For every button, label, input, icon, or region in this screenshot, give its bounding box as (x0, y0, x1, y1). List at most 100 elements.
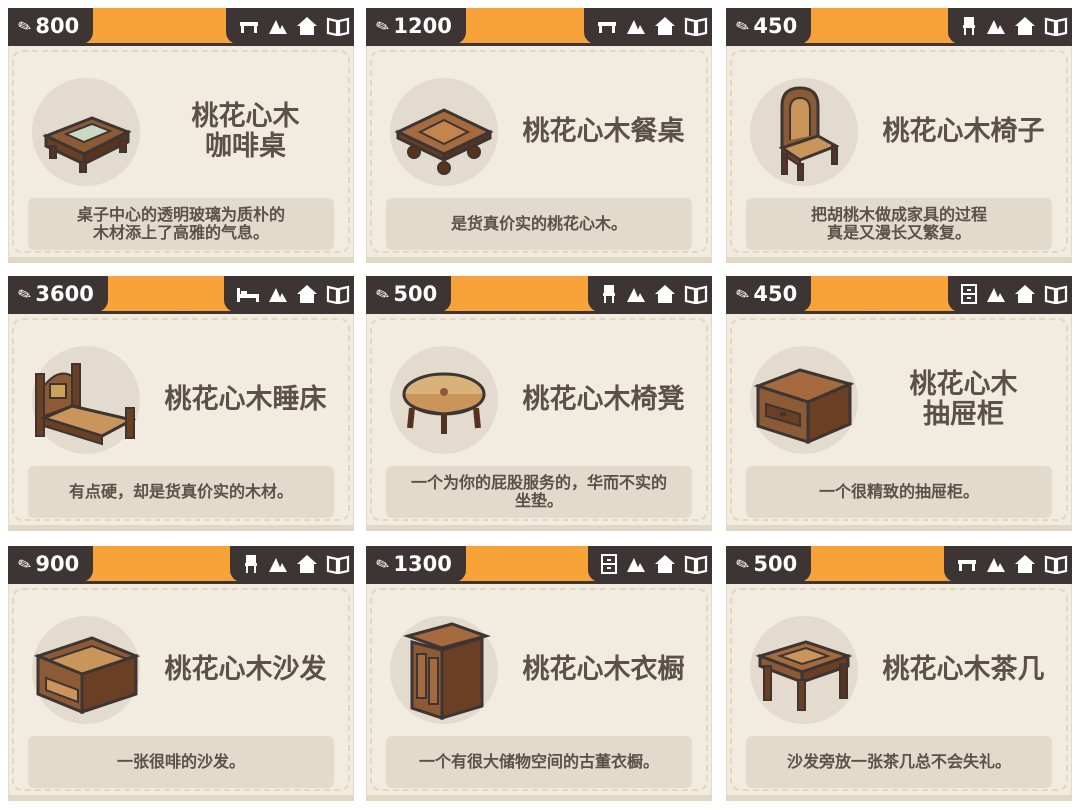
home-icon[interactable] (1014, 16, 1036, 36)
coffee-table-image (32, 78, 140, 186)
sofa-image (32, 616, 140, 724)
table-icon[interactable] (956, 555, 978, 573)
price-badge: ✎ 500 (726, 546, 812, 582)
mountain-icon[interactable] (986, 555, 1006, 573)
mountain-icon[interactable] (268, 285, 288, 303)
pencil-coin-icon: ✎ (733, 282, 753, 306)
card-icon-bar (948, 276, 1072, 312)
pencil-coin-icon: ✎ (373, 552, 393, 576)
pencil-coin-icon: ✎ (733, 14, 753, 38)
mountain-icon[interactable] (626, 17, 646, 35)
price-badge: ✎ 900 (8, 546, 94, 582)
furniture-card-grid: ✎ 800 桃花心木 咖啡桌 桌子中心的透明玻璃为质朴的 木材添上了高雅的气息。… (0, 0, 1080, 810)
card-icon-bar (224, 276, 354, 312)
card-icon-bar (584, 8, 712, 44)
mountain-icon[interactable] (986, 17, 1006, 35)
book-icon[interactable] (326, 284, 350, 304)
table-icon[interactable] (596, 17, 618, 35)
pencil-coin-icon: ✎ (15, 14, 35, 38)
book-icon[interactable] (1044, 16, 1068, 36)
book-icon[interactable] (684, 16, 708, 36)
card-panel: 桃花心木餐桌 是货真价实的桃花心木。 (370, 50, 708, 253)
item-name: 桃花心木椅凳 (522, 383, 685, 415)
chair-icon[interactable] (242, 554, 260, 574)
dining-table-image (390, 78, 498, 186)
furniture-card[interactable]: ✎ 450 桃花心木 抽屉柜 一个很精致的抽屉柜。 (726, 276, 1072, 531)
price-badge: ✎ 1300 (366, 546, 466, 582)
mountain-icon[interactable] (626, 285, 646, 303)
price-badge: ✎ 800 (8, 8, 94, 44)
furniture-card[interactable]: ✎ 500 桃花心木椅凳 一个为你的屁股服务的，华而不实的 坐垫。 (366, 276, 712, 531)
pencil-coin-icon: ✎ (733, 552, 753, 576)
card-icon-bar (588, 276, 712, 312)
furniture-card[interactable]: ✎ 450 桃花心木椅子 把胡桃木做成家具的过程 真是又漫长又繁复。 (726, 8, 1072, 263)
item-name: 桃花心木餐桌 (522, 115, 685, 147)
card-panel: 桃花心木睡床 有点硬，却是货真价实的木材。 (12, 318, 350, 521)
card-icon-bar (226, 8, 354, 44)
home-icon[interactable] (654, 284, 676, 304)
card-footer (8, 525, 354, 531)
pencil-coin-icon: ✎ (15, 282, 35, 306)
furniture-card[interactable]: ✎ 3600 桃花心木睡床 有点硬，却是货真价实的木材。 (8, 276, 354, 531)
price-value: 900 (35, 552, 80, 576)
home-icon[interactable] (1014, 284, 1036, 304)
cabinet-icon[interactable] (600, 554, 618, 574)
pencil-coin-icon: ✎ (15, 552, 35, 576)
home-icon[interactable] (296, 554, 318, 574)
price-value: 450 (753, 14, 798, 38)
chair-icon[interactable] (960, 16, 978, 36)
home-icon[interactable] (296, 284, 318, 304)
mountain-icon[interactable] (268, 555, 288, 573)
book-icon[interactable] (684, 284, 708, 304)
chair-icon[interactable] (600, 284, 618, 304)
card-panel: 桃花心木衣橱 一个有很大储物空间的古董衣橱。 (370, 588, 708, 791)
price-badge: ✎ 450 (726, 276, 812, 312)
item-name: 桃花心木沙发 (164, 653, 327, 685)
item-name: 桃花心木衣橱 (522, 653, 685, 685)
card-panel: 桃花心木椅凳 一个为你的屁股服务的，华而不实的 坐垫。 (370, 318, 708, 521)
item-description: 一张很啡的沙发。 (28, 736, 334, 788)
card-footer (8, 257, 354, 263)
card-icon-bar (948, 8, 1072, 44)
card-footer (726, 257, 1072, 263)
book-icon[interactable] (684, 554, 708, 574)
book-icon[interactable] (326, 554, 350, 574)
furniture-card[interactable]: ✎ 500 桃花心木茶几 沙发旁放一张茶几总不会失礼。 (726, 546, 1072, 801)
furniture-card[interactable]: ✎ 1300 桃花心木衣橱 一个有很大储物空间的古董衣橱。 (366, 546, 712, 801)
home-icon[interactable] (654, 554, 676, 574)
mountain-icon[interactable] (626, 555, 646, 573)
card-footer (366, 525, 712, 531)
furniture-card[interactable]: ✎ 900 桃花心木沙发 一张很啡的沙发。 (8, 546, 354, 801)
home-icon[interactable] (654, 16, 676, 36)
mountain-icon[interactable] (268, 17, 288, 35)
price-value: 500 (753, 552, 798, 576)
drawer-cabinet-image (750, 346, 858, 454)
item-description: 一个很精致的抽屉柜。 (746, 466, 1052, 518)
home-icon[interactable] (1014, 554, 1036, 574)
furniture-card[interactable]: ✎ 800 桃花心木 咖啡桌 桌子中心的透明玻璃为质朴的 木材添上了高雅的气息。 (8, 8, 354, 263)
card-panel: 桃花心木茶几 沙发旁放一张茶几总不会失礼。 (730, 588, 1068, 791)
tea-table-image (750, 616, 858, 724)
stool-image (390, 346, 498, 454)
price-badge: ✎ 1200 (366, 8, 466, 44)
card-icon-bar (230, 546, 354, 582)
item-description: 桌子中心的透明玻璃为质朴的 木材添上了高雅的气息。 (28, 198, 334, 250)
book-icon[interactable] (1044, 554, 1068, 574)
price-value: 450 (753, 282, 798, 306)
table-icon[interactable] (238, 17, 260, 35)
card-panel: 桃花心木 抽屉柜 一个很精致的抽屉柜。 (730, 318, 1068, 521)
item-description: 是货真价实的桃花心木。 (386, 198, 692, 250)
card-footer (366, 257, 712, 263)
mountain-icon[interactable] (986, 285, 1006, 303)
bed-icon[interactable] (236, 285, 260, 303)
card-footer (8, 795, 354, 801)
pencil-coin-icon: ✎ (373, 14, 393, 38)
price-value: 1300 (393, 552, 452, 576)
card-footer (726, 525, 1072, 531)
cabinet-icon[interactable] (960, 284, 978, 304)
book-icon[interactable] (1044, 284, 1068, 304)
book-icon[interactable] (326, 16, 350, 36)
home-icon[interactable] (296, 16, 318, 36)
item-name: 桃花心木椅子 (882, 115, 1045, 147)
furniture-card[interactable]: ✎ 1200 桃花心木餐桌 是货真价实的桃花心木。 (366, 8, 712, 263)
